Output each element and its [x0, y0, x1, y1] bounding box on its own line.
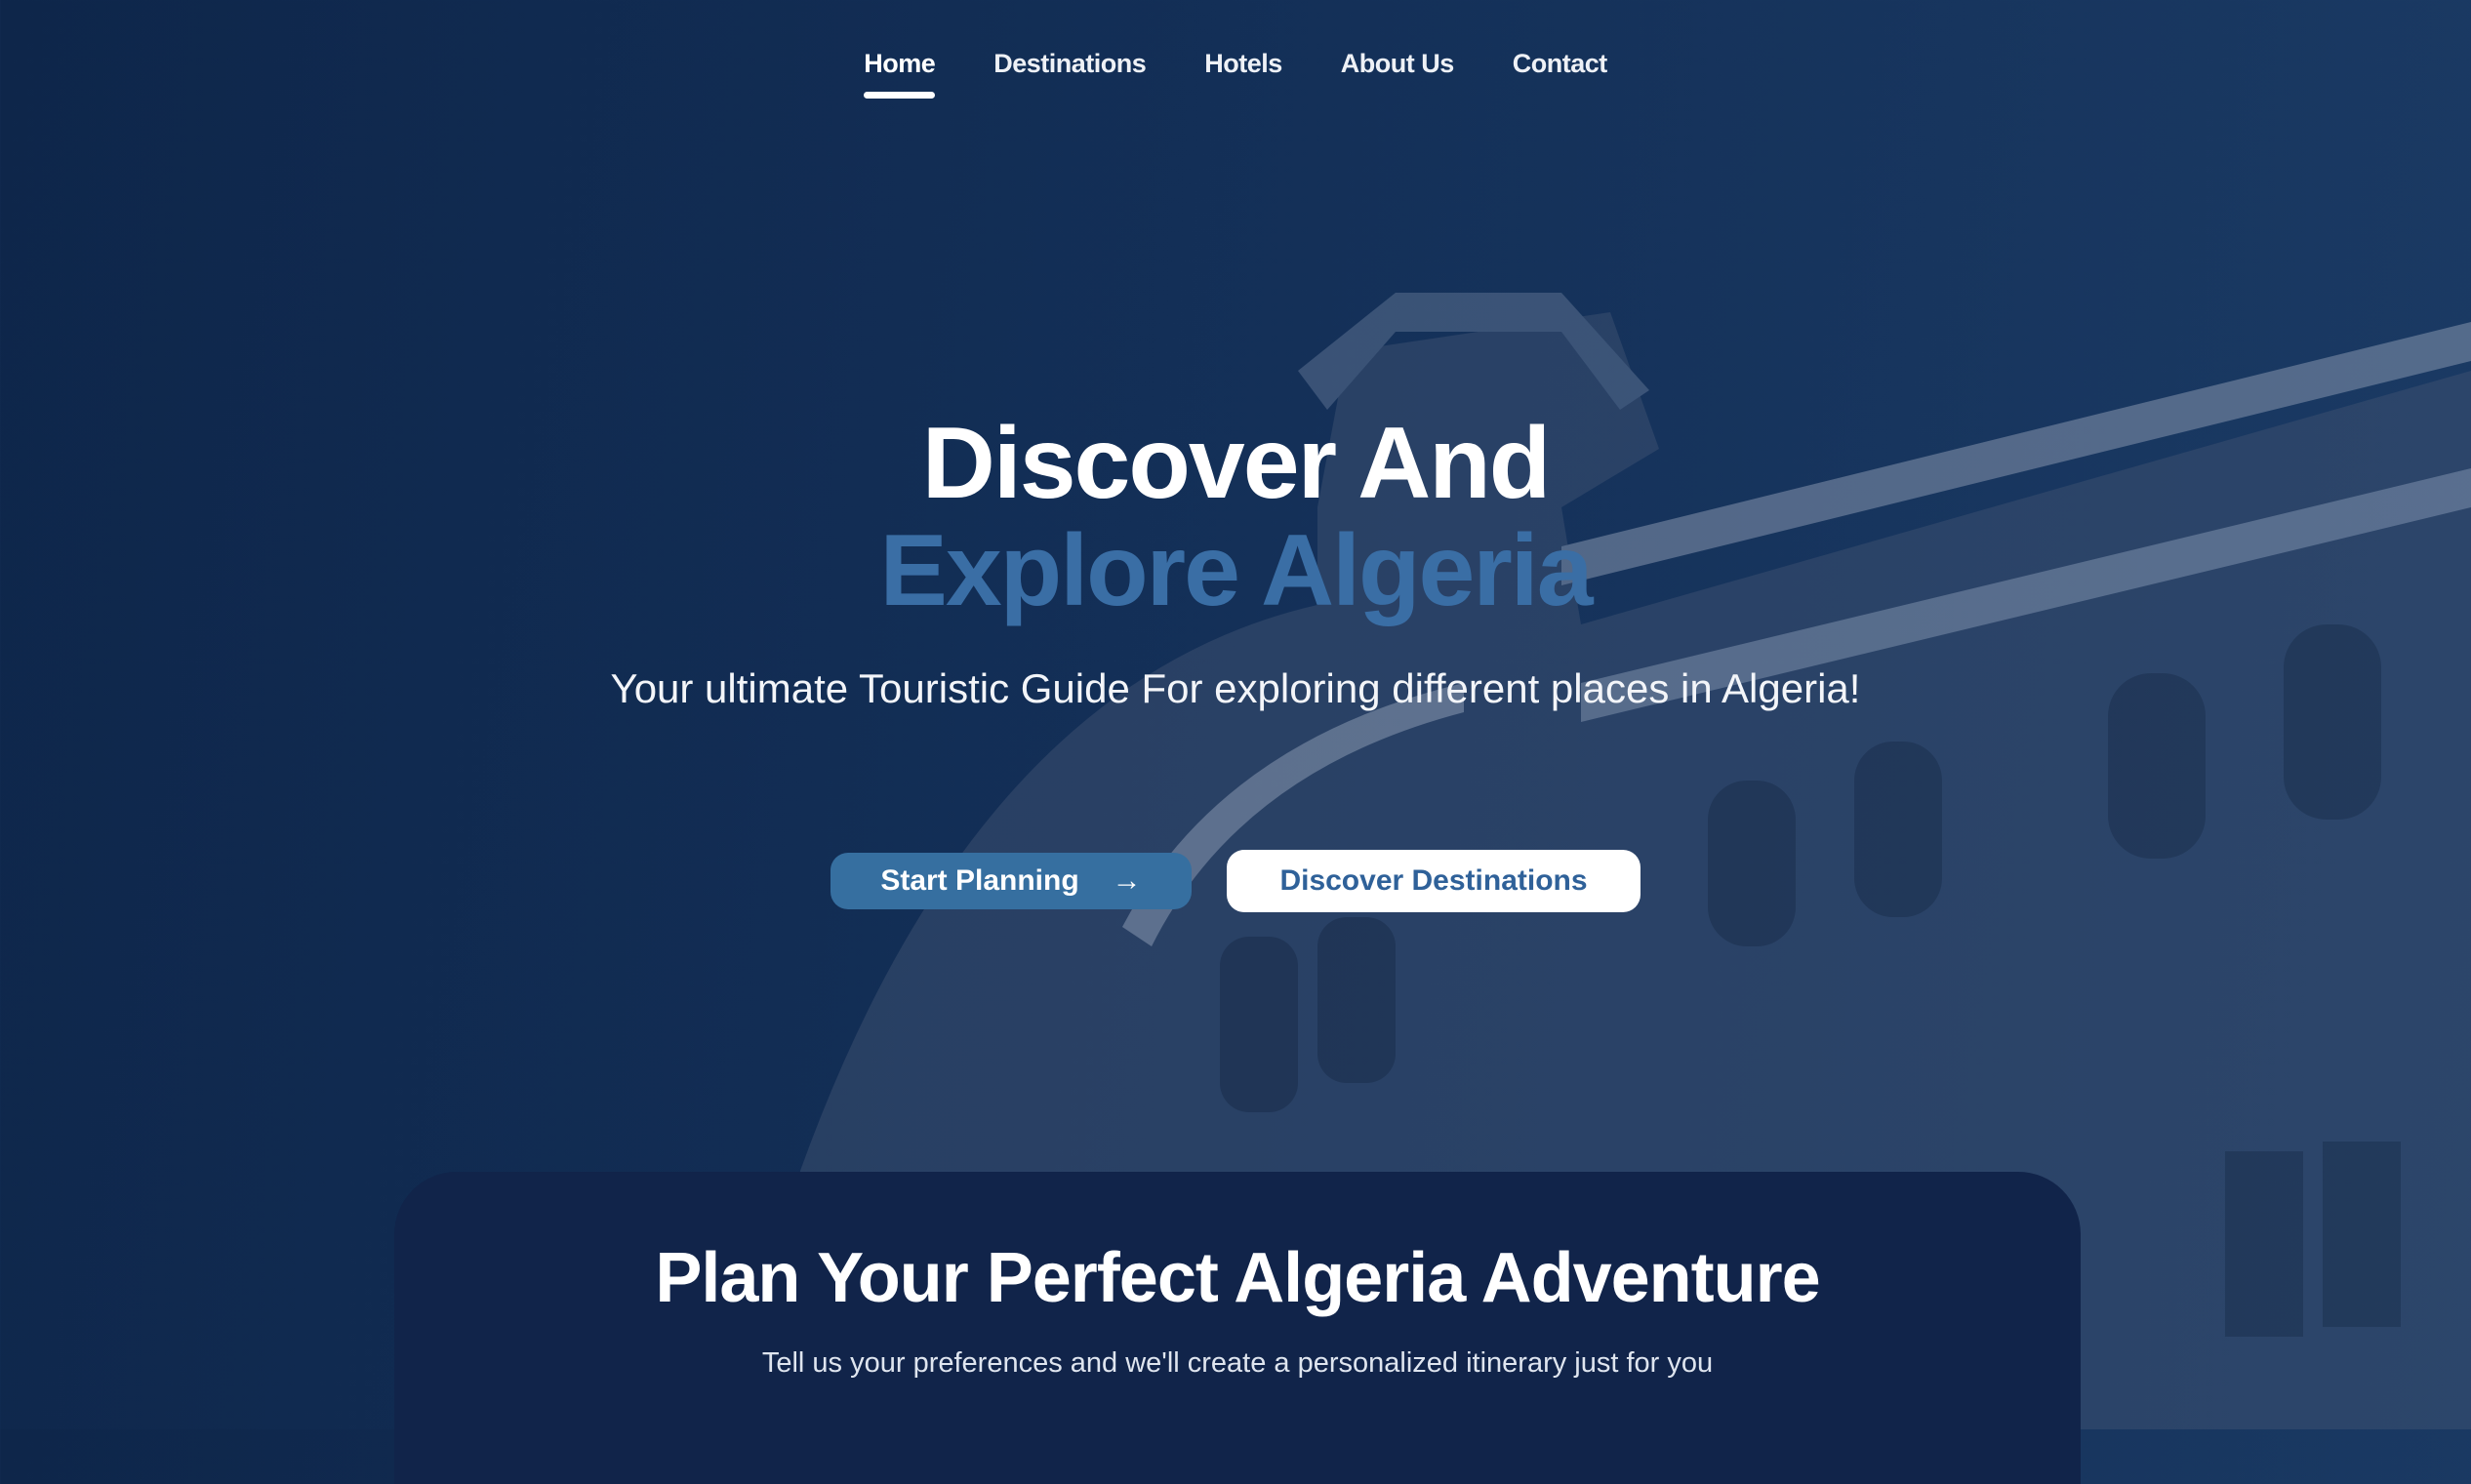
start-planning-label: Start Planning	[880, 864, 1079, 897]
hero-title-line2: Explore Algeria	[879, 514, 1593, 627]
nav-contact[interactable]: Contact	[1513, 49, 1608, 99]
discover-destinations-button[interactable]: Discover Destinations	[1227, 850, 1641, 912]
hero-actions: Start Planning → Discover Destinations	[0, 850, 2471, 912]
planner-subtitle: Tell us your preferences and we'll creat…	[761, 1347, 1714, 1379]
main-nav: Home Destinations Hotels About Us Contac…	[0, 49, 2471, 99]
nav-destinations[interactable]: Destinations	[993, 49, 1147, 99]
nav-home[interactable]: Home	[864, 49, 936, 99]
nav-about-us[interactable]: About Us	[1341, 49, 1454, 99]
planner-title: Plan Your Perfect Algeria Adventure	[655, 1239, 1820, 1317]
start-planning-button[interactable]: Start Planning →	[830, 853, 1192, 909]
planner-card: Plan Your Perfect Algeria Adventure Tell…	[394, 1172, 2081, 1484]
arrow-right-icon: →	[1112, 864, 1142, 897]
hero-title-line1: Discover And	[921, 407, 1552, 520]
hero: Discover And Explore Algeria Your ultima…	[0, 410, 2471, 716]
nav-hotels[interactable]: Hotels	[1204, 49, 1282, 99]
hero-subtitle: Your ultimate Touristic Guide For explor…	[610, 665, 1861, 711]
